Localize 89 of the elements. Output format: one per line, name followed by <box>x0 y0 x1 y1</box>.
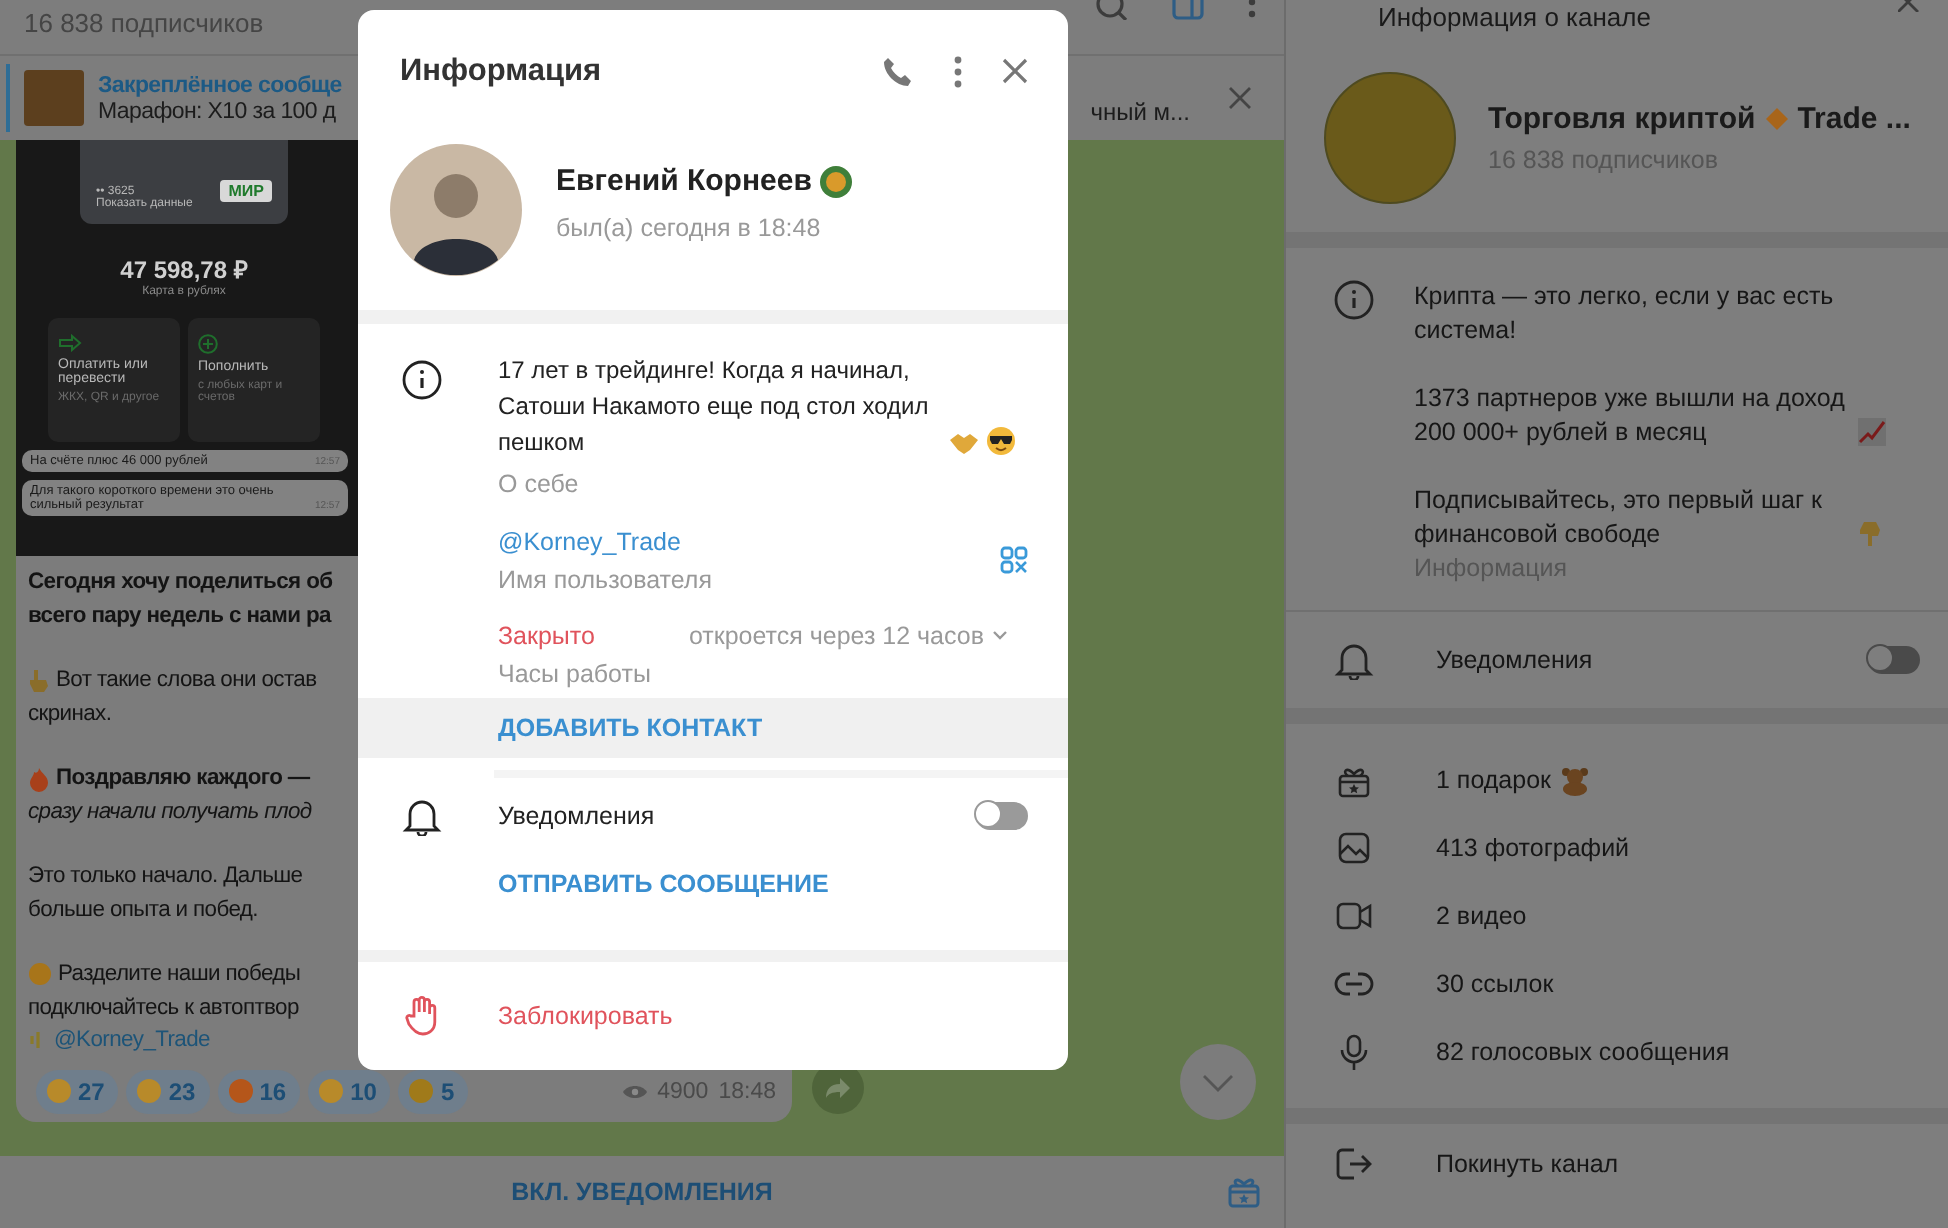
notifications-label: Уведомления <box>498 802 655 831</box>
channel-name: Торговля криптой <box>1488 102 1756 136</box>
reaction-chip[interactable]: 5 <box>398 1069 469 1113</box>
coin-icon <box>28 962 52 987</box>
panel-title: Информация о канале <box>1378 2 1651 32</box>
username-link[interactable]: @Korney_Trade <box>54 1028 210 1053</box>
add-contact-button[interactable]: ДОБАВИТЬ КОНТАКТ <box>358 697 1068 758</box>
pinned-title[interactable]: Закреплённое сообще <box>98 73 362 97</box>
pointing-down-icon <box>1860 520 1880 548</box>
bio-label: О себе <box>498 469 581 498</box>
post-text-line: больше опыта и побед. <box>28 897 258 922</box>
chevron-down-icon <box>1202 1073 1234 1091</box>
post-text-line: Поздравляю каждого — <box>56 766 310 791</box>
sunglasses-face-icon <box>986 425 1016 456</box>
reaction-chip[interactable]: 23 <box>126 1069 210 1113</box>
channel-description: Крипта — это легко, если у вас есть система! <box>1414 280 1836 348</box>
opening-hours-dropdown[interactable]: откроется через 12 часов <box>688 621 1008 650</box>
media-link[interactable]: 30 ссылок <box>1436 970 1554 998</box>
post-text-line: подключайтесь к автоптвор <box>28 995 299 1020</box>
exit-icon <box>1334 1148 1374 1180</box>
close-icon[interactable] <box>1002 58 1028 85</box>
views-icon <box>621 1083 648 1099</box>
contact-name: Евгений Корнеев <box>556 164 812 199</box>
enable-notifications-button[interactable]: ВКЛ. УВЕДОМЛЕНИЯ <box>511 1178 773 1206</box>
bell-icon <box>402 796 442 837</box>
pinned-thumbnail-placeholder <box>24 70 84 126</box>
card-brand-logo: МИР <box>220 180 272 202</box>
media-link[interactable]: 413 фотографий <box>1436 834 1630 862</box>
diamond-icon <box>1765 108 1788 130</box>
status-emoji-icon <box>819 165 852 198</box>
info-icon <box>402 359 442 400</box>
phone-icon[interactable] <box>882 55 914 88</box>
profile-photo-placeholder <box>390 143 522 276</box>
reaction-chip[interactable]: 16 <box>217 1069 301 1113</box>
arrow-icon <box>58 334 82 352</box>
plus-icon <box>198 334 218 354</box>
chevron-down-icon <box>992 630 1008 641</box>
media-link[interactable]: 82 голосовых сообщения <box>1436 1038 1730 1066</box>
video-camera-icon <box>1334 902 1374 930</box>
close-icon[interactable] <box>1898 0 1920 12</box>
media-link[interactable]: 2 видео <box>1436 902 1527 930</box>
channel-description: 1373 партнеров уже вышли на доход 200 000+ рублей в месяц <box>1414 382 1847 450</box>
block-button[interactable]: Заблокировать <box>498 1002 673 1031</box>
bell-icon <box>1334 640 1374 680</box>
chart-increasing-icon <box>1858 418 1886 446</box>
post-text-line: Разделите наши победы <box>58 962 301 987</box>
link-icon <box>1334 972 1374 996</box>
dialog-title: Информация <box>400 53 602 90</box>
close-icon[interactable] <box>1228 86 1252 110</box>
gift-icon <box>1334 763 1374 797</box>
leave-channel-button[interactable]: Покинуть канал <box>1436 1150 1619 1178</box>
gift-icon[interactable] <box>1228 1174 1260 1208</box>
pointing-hand-icon <box>28 667 50 694</box>
post-text-line: скринах. <box>28 701 112 726</box>
balance-amount: 47 598,78 ₽ <box>120 254 248 285</box>
hours-label: Часы работы <box>498 659 653 688</box>
post-text-line: Вот такие слова они остав <box>56 668 317 693</box>
username-link[interactable]: @Korney_Trade <box>498 527 1000 556</box>
send-message-button[interactable]: ОТПРАВИТЬ СООБЩЕНИЕ <box>358 854 1068 915</box>
post-text-line: сразу начали получать плод <box>28 799 312 824</box>
qr-code-icon[interactable] <box>1000 546 1028 575</box>
notifications-toggle[interactable] <box>1868 646 1920 674</box>
share-arrow-icon <box>826 1077 850 1097</box>
pinned-text[interactable]: Марафон: X10 за 100 д <box>98 99 362 123</box>
channel-description: Подписывайтесь, это первый шаг к финансовой свободе <box>1414 484 1824 552</box>
teddy-bear-icon <box>1559 765 1589 795</box>
reaction-chip[interactable]: 27 <box>36 1069 119 1113</box>
last-seen-status: был(а) сегодня в 18:48 <box>556 214 823 243</box>
notifications-toggle[interactable] <box>976 802 1028 831</box>
search-icon[interactable] <box>1096 0 1128 20</box>
username-label: Имя пользователя <box>498 565 714 594</box>
hand-icon <box>402 996 442 1037</box>
image-icon <box>1334 832 1374 864</box>
pinned-accent-bar <box>6 64 10 132</box>
pinned-text[interactable]: чный м... <box>1090 98 1190 126</box>
subscriber-count: 16 838 подписчиков <box>24 8 264 38</box>
post-text-line: Сегодня хочу поделиться об <box>28 570 333 595</box>
hours-status: Закрыто <box>498 621 595 650</box>
reaction-chip[interactable]: 10 <box>308 1069 391 1113</box>
more-icon[interactable] <box>954 55 962 88</box>
channel-name: Trade ... <box>1797 102 1911 136</box>
post-text-line: всего пару недель с нами ра <box>28 603 331 628</box>
media-link[interactable]: 1 подарок <box>1436 766 1551 794</box>
bio-text: 17 лет в трейдинге! Когда я начинал, Сатоши Накамото еще под стол ходил пешком <box>498 353 931 460</box>
more-icon[interactable] <box>1248 0 1256 20</box>
info-icon <box>1334 280 1374 320</box>
notifications-label: Уведомления <box>1436 646 1593 674</box>
post-text-line: Это только начало. Дальше <box>28 864 303 889</box>
columns-icon[interactable] <box>1172 0 1204 20</box>
